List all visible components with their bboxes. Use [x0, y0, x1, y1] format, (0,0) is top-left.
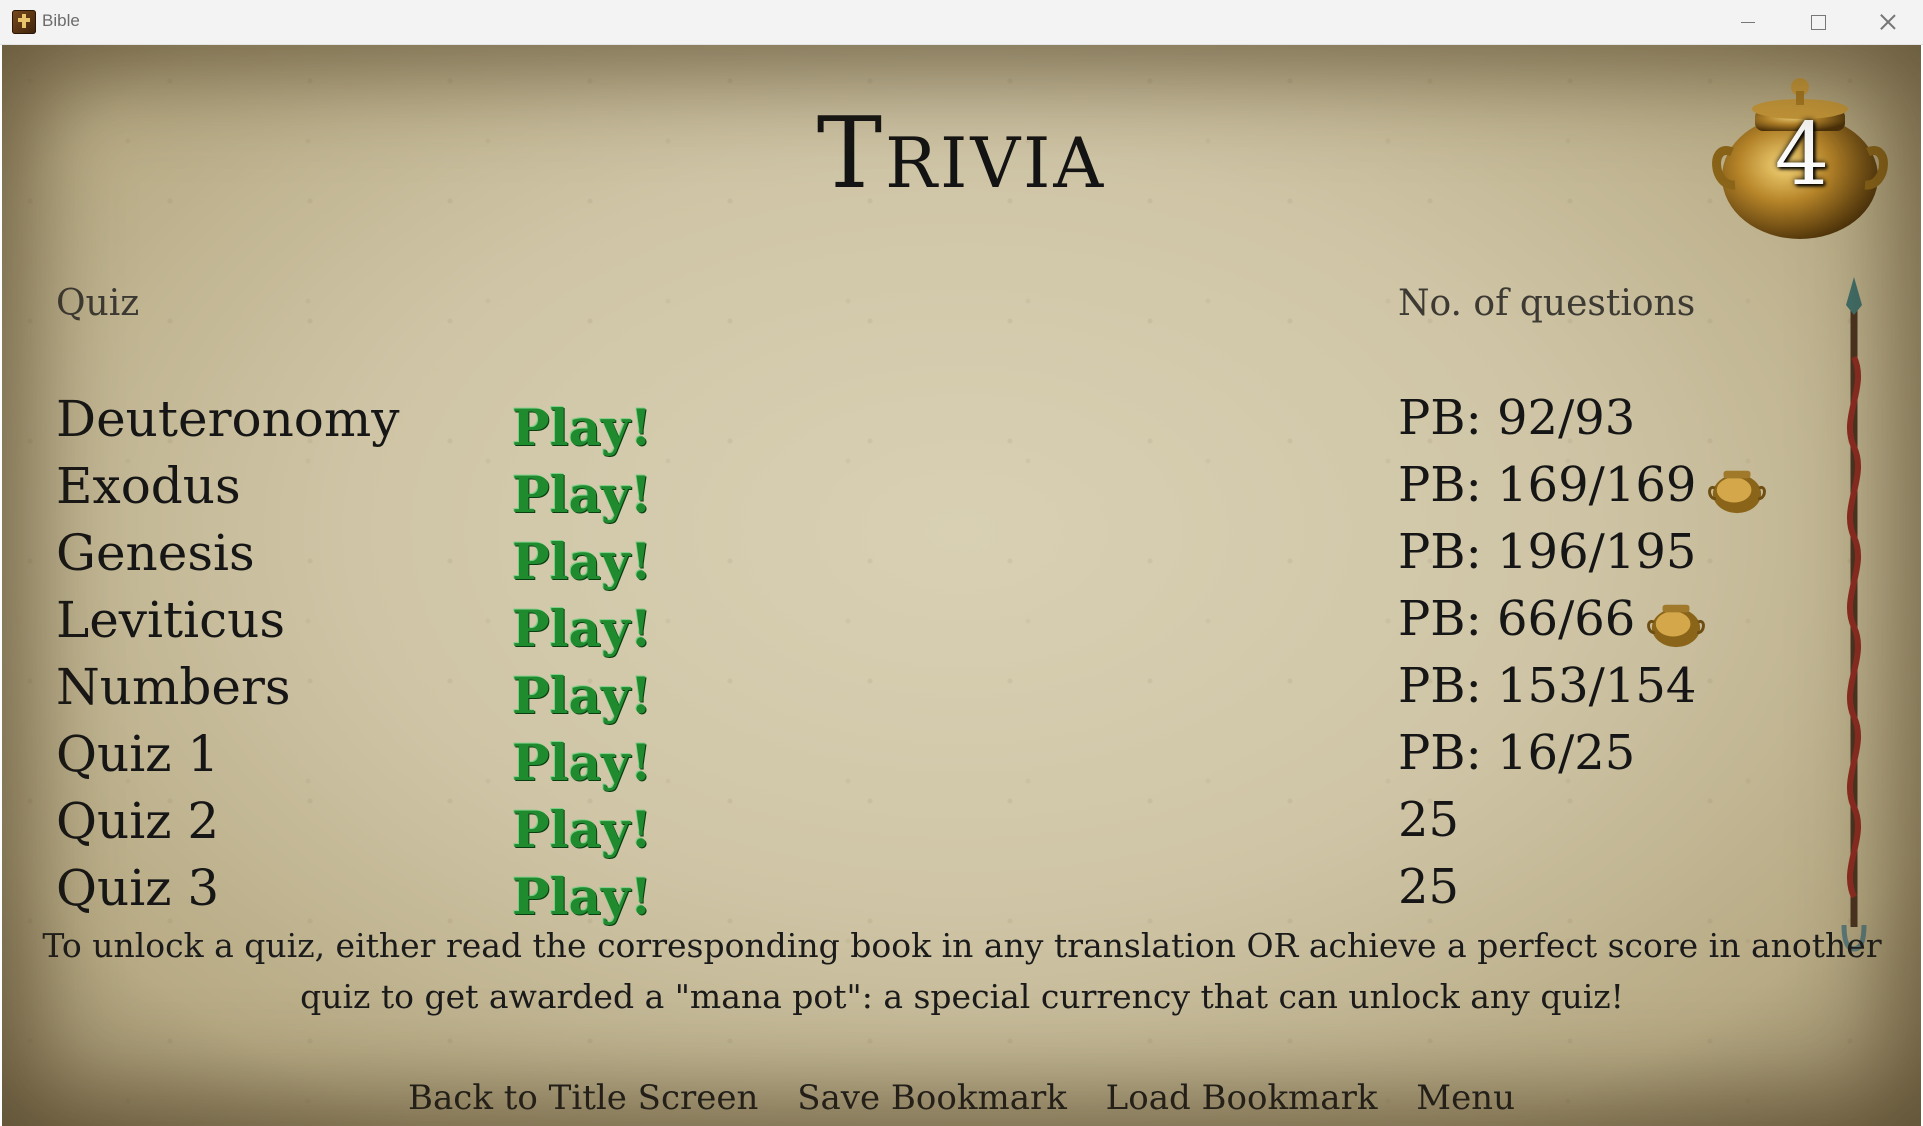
quiz-name: Deuteronomy	[56, 390, 400, 448]
quiz-score: PB: 66/66	[1398, 591, 1706, 649]
mana-pot-icon	[1647, 604, 1706, 647]
quiz-name: Quiz 3	[56, 859, 220, 917]
play-button[interactable]: Play!	[512, 599, 652, 658]
play-button[interactable]: Play!	[512, 867, 652, 926]
quiz-score: PB: 16/25	[1398, 725, 1635, 781]
close-icon	[1879, 13, 1897, 31]
score-text: PB: 66/66	[1398, 591, 1636, 647]
quiz-name: Quiz 2	[56, 792, 220, 850]
score-text: PB: 169/169	[1398, 457, 1697, 513]
menu-button[interactable]: Menu	[1416, 1078, 1515, 1118]
quiz-row-quiz-3: Quiz 3 Play! 25	[2, 859, 1921, 926]
quiz-name: Numbers	[56, 658, 291, 716]
quiz-name: Leviticus	[56, 591, 285, 649]
quiz-row-exodus: Exodus Play! PB: 169/169	[2, 457, 1921, 524]
quiz-list[interactable]: Deuteronomy Play! PB: 92/93 Exodus Play!…	[2, 390, 1921, 950]
mana-pot-count: 4	[1774, 105, 1830, 205]
maximize-button[interactable]	[1783, 0, 1853, 44]
app-window: Bible Trivia 4 Quiz No. of questions Deu…	[0, 0, 1923, 1126]
quiz-score: PB: 92/93	[1398, 390, 1635, 446]
title-bar[interactable]: Bible	[0, 0, 1923, 45]
play-button[interactable]: Play!	[512, 733, 652, 792]
score-text: PB: 16/25	[1398, 725, 1636, 781]
play-button[interactable]: Play!	[512, 465, 652, 524]
trivia-screen: Trivia 4 Quiz No. of questions Deuterono…	[2, 45, 1921, 1126]
footer-menu: Back to Title Screen Save Bookmark Load …	[2, 1078, 1921, 1118]
unlock-instructions: To unlock a quiz, either read the corres…	[42, 926, 1882, 1016]
quiz-name: Quiz 1	[56, 725, 220, 783]
back-to-title-button[interactable]: Back to Title Screen	[408, 1078, 758, 1118]
quiz-name: Exodus	[56, 457, 241, 515]
serpent-staff-scrollbar[interactable]	[1834, 277, 1874, 957]
maximize-icon	[1810, 14, 1826, 30]
quiz-score: PB: 153/154	[1398, 658, 1696, 714]
load-bookmark-button[interactable]: Load Bookmark	[1106, 1078, 1378, 1118]
bible-book-icon	[12, 10, 36, 34]
quiz-row-genesis: Genesis Play! PB: 196/195	[2, 524, 1921, 591]
quiz-score: 25	[1398, 792, 1459, 848]
quiz-row-deuteronomy: Deuteronomy Play! PB: 92/93	[2, 390, 1921, 457]
score-text: 25	[1398, 792, 1460, 848]
page-title: Trivia	[816, 97, 1107, 211]
quiz-row-quiz-2: Quiz 2 Play! 25	[2, 792, 1921, 859]
quiz-row-numbers: Numbers Play! PB: 153/154	[2, 658, 1921, 725]
mana-pot-icon	[1708, 470, 1767, 513]
window-title: Bible	[42, 11, 80, 30]
play-button[interactable]: Play!	[512, 666, 652, 725]
quiz-column-header: Quiz	[56, 283, 140, 324]
quiz-score: PB: 196/195	[1398, 524, 1696, 580]
minimize-icon	[1741, 21, 1755, 23]
quiz-row-leviticus: Leviticus Play! PB: 66/66	[2, 591, 1921, 658]
quiz-row-quiz-1: Quiz 1 Play! PB: 16/25	[2, 725, 1921, 792]
score-text: PB: 92/93	[1398, 390, 1636, 446]
quiz-score: 25	[1398, 859, 1459, 915]
score-text: PB: 153/154	[1398, 658, 1697, 714]
play-button[interactable]: Play!	[512, 532, 652, 591]
save-bookmark-button[interactable]: Save Bookmark	[797, 1078, 1067, 1118]
play-button[interactable]: Play!	[512, 398, 652, 457]
quiz-name: Genesis	[56, 524, 255, 582]
minimize-button[interactable]	[1713, 0, 1783, 44]
play-button[interactable]: Play!	[512, 800, 652, 859]
score-text: PB: 196/195	[1398, 524, 1697, 580]
questions-column-header: No. of questions	[1398, 283, 1696, 324]
close-button[interactable]	[1853, 0, 1923, 44]
score-text: 25	[1398, 859, 1460, 915]
quiz-score: PB: 169/169	[1398, 457, 1767, 515]
